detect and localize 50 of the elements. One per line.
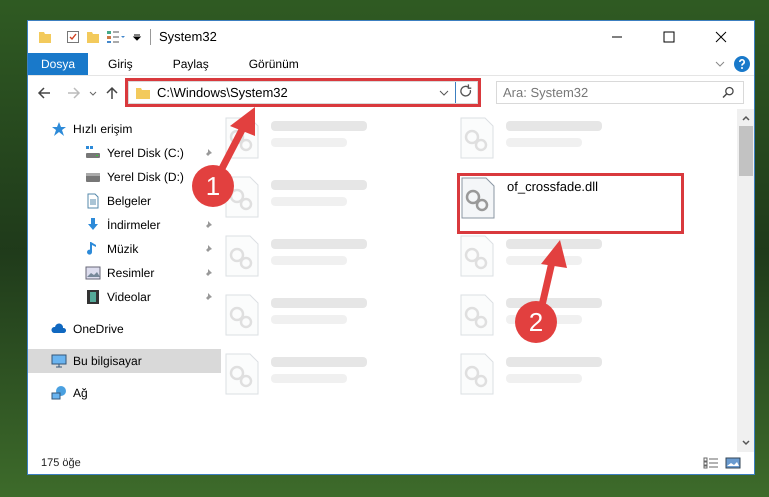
ribbon-tab[interactable]: Görünüm — [228, 53, 319, 75]
nav-item[interactable]: Yerel Disk (C:) — [85, 141, 184, 165]
window-title: System32 — [159, 28, 217, 46]
scroll-thumb[interactable] — [738, 126, 752, 176]
nav-item[interactable]: Hızlı erişim — [28, 117, 221, 141]
nav-item[interactable]: İndirmeler — [85, 213, 160, 237]
video-icon — [85, 289, 101, 305]
pc-icon — [51, 353, 67, 369]
dll-file-icon — [460, 353, 494, 395]
nav-item[interactable]: Ağ — [28, 381, 221, 405]
document-icon — [85, 193, 101, 209]
ribbon-tab[interactable]: Paylaş — [152, 53, 229, 75]
dll-file-icon — [461, 177, 495, 219]
ribbon-tab[interactable]: Dosya — [28, 53, 88, 75]
dll-file-icon — [225, 235, 259, 277]
ribbon-tab[interactable]: Giriş — [88, 53, 153, 75]
layout-icon[interactable] — [106, 30, 126, 44]
dll-file-icon — [225, 294, 259, 336]
dll-file-icon — [460, 294, 494, 336]
nav-item[interactable]: Belgeler — [85, 189, 152, 213]
folder-icon — [135, 86, 151, 100]
help-icon[interactable] — [734, 56, 750, 72]
up-arrow-icon[interactable] — [104, 84, 120, 100]
address-path: C:\Windows\System32 — [157, 84, 289, 102]
drive-win-icon — [85, 145, 101, 161]
back-arrow-icon[interactable] — [36, 84, 52, 100]
highlighted-file[interactable]: of_crossfade.dll — [457, 173, 684, 234]
dll-file-icon — [225, 353, 259, 395]
nav-item[interactable]: Resimler — [85, 261, 154, 285]
star-icon — [51, 121, 67, 137]
folder-icon — [38, 30, 52, 44]
nav-item[interactable]: Bu bilgisayar — [28, 349, 221, 373]
dll-file-icon — [460, 117, 494, 159]
large-icons-view-icon[interactable] — [725, 457, 741, 469]
scrollbar[interactable] — [737, 109, 754, 452]
nav-item[interactable]: OneDrive — [28, 317, 221, 341]
details-view-icon[interactable] — [703, 457, 719, 469]
file-name[interactable]: of_crossfade.dll — [507, 177, 598, 196]
address-bar[interactable]: C:\Windows\System32 — [128, 81, 478, 104]
picture-icon — [85, 265, 101, 281]
item-count: 175 öğe — [41, 456, 81, 471]
nav-item[interactable]: Müzik — [85, 237, 138, 261]
scroll-down-icon[interactable] — [740, 438, 750, 448]
dll-file-icon — [460, 235, 494, 277]
nav-item[interactable]: Yerel Disk (D:) — [85, 165, 184, 189]
network-icon — [51, 385, 67, 401]
dropdown-icon[interactable] — [132, 32, 142, 42]
scroll-up-icon[interactable] — [740, 113, 750, 123]
nav-item[interactable]: Videolar — [85, 285, 151, 309]
properties-icon[interactable] — [66, 30, 80, 44]
